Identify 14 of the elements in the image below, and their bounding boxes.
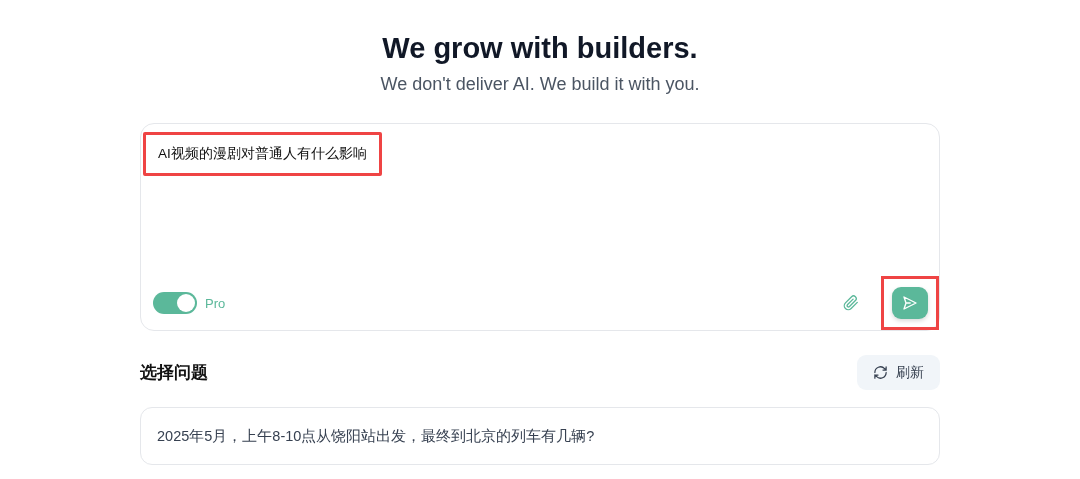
send-icon (902, 295, 918, 311)
refresh-button[interactable]: 刷新 (857, 355, 940, 390)
prompt-box[interactable]: AI视频的漫剧对普通人有什么影响 Pro (140, 123, 940, 331)
question-text: 2025年5月，上午8-10点从饶阳站出发，最终到北京的列车有几辆? (157, 426, 595, 446)
paperclip-icon[interactable] (843, 295, 859, 311)
prompt-text: AI视频的漫剧对普通人有什么影响 (157, 145, 368, 163)
question-card[interactable]: 2025年5月，上午8-10点从饶阳站出发，最终到北京的列车有几辆? (140, 407, 940, 465)
pro-label: Pro (205, 295, 226, 311)
page-title: We grow with builders. (382, 31, 698, 66)
refresh-icon (873, 365, 888, 380)
send-button[interactable] (892, 287, 928, 319)
pro-toggle[interactable] (153, 292, 197, 314)
section-title: 选择问题 (140, 362, 208, 384)
page-subtitle: We don't deliver AI. We build it with you. (380, 73, 700, 96)
